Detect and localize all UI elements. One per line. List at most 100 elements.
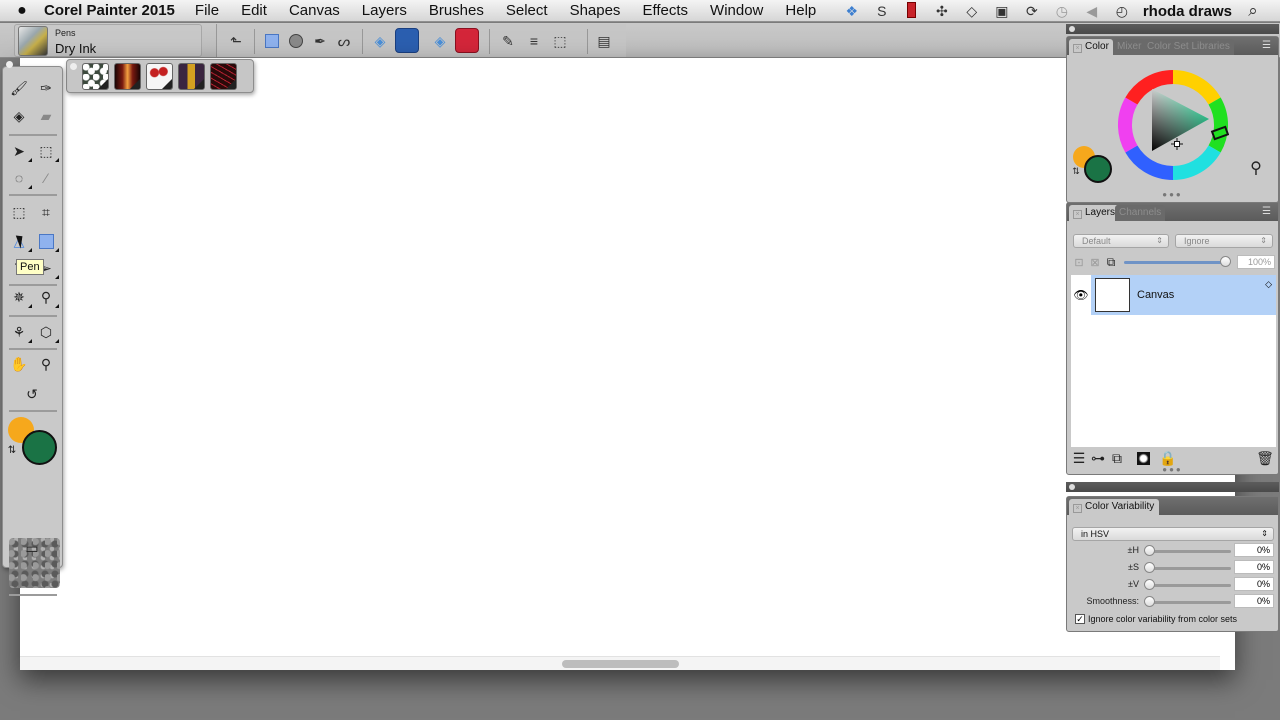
fill-color-swatch[interactable] xyxy=(455,28,479,53)
panel-grip[interactable] xyxy=(70,63,77,70)
pick-up-color-icon[interactable]: ⊠ xyxy=(1087,254,1103,270)
grabber-tool-icon[interactable]: ✋ xyxy=(8,353,30,375)
menu-select[interactable]: Select xyxy=(506,2,548,19)
dynamic-plugins-icon[interactable]: ⊶ xyxy=(1089,449,1107,467)
brush-tool-icon[interactable]: 🖌 xyxy=(8,77,30,99)
tab-color-set-libraries[interactable]: Color Set Libraries xyxy=(1143,39,1234,55)
tab-mixer[interactable]: Mixer xyxy=(1113,39,1146,55)
bluetooth-icon[interactable]: ✣ xyxy=(933,3,951,20)
panel-menu-icon[interactable]: ☰ xyxy=(1262,40,1274,51)
stroke-color-swatch[interactable] xyxy=(395,28,419,53)
apple-menu-icon[interactable]: ● xyxy=(0,2,44,20)
skype-icon[interactable]: S xyxy=(873,3,891,19)
smoothness-slider-track[interactable] xyxy=(1149,601,1231,604)
smoothness-value-field[interactable]: 0% xyxy=(1234,594,1274,608)
cloner-tool-icon[interactable]: ✵ xyxy=(8,286,32,308)
brush-library-plaid-pattern[interactable] xyxy=(178,63,205,90)
saturation-slider-track[interactable] xyxy=(1149,567,1231,570)
layer-row[interactable]: 👁 Canvas ◇ xyxy=(1071,275,1276,315)
brush-library-floral-pattern[interactable] xyxy=(82,63,109,90)
rectangle-tool-icon[interactable] xyxy=(35,230,59,252)
menu-window[interactable]: Window xyxy=(710,2,763,19)
perspective-tool-icon[interactable]: ⬡ xyxy=(35,321,59,343)
rubber-stamp-tool-icon[interactable]: ⚲ xyxy=(35,286,59,308)
spotlight-search-icon[interactable]: ⌕ xyxy=(1244,1,1262,21)
layer-visibility-eye-icon[interactable]: 👁 xyxy=(1071,275,1091,315)
freehand-shape-icon[interactable]: ᔕ xyxy=(335,32,353,50)
dropbox-icon[interactable]: ❖ xyxy=(843,3,861,20)
panel-resize-grip[interactable]: ●●● xyxy=(1162,190,1183,199)
brush-library-red-lines[interactable] xyxy=(210,63,237,90)
swap-colors-icon[interactable]: ⇅ xyxy=(1070,165,1082,177)
ellipse-shape-icon[interactable] xyxy=(287,32,305,50)
rectangular-selection-tool-icon[interactable]: ⬚ xyxy=(35,140,59,162)
volume-icon[interactable]: ◀ xyxy=(1083,3,1101,20)
recording-icon[interactable] xyxy=(903,1,921,21)
tab-channels[interactable]: Channels xyxy=(1115,205,1166,221)
value-value-field[interactable]: 0% xyxy=(1234,577,1274,591)
saturation-value-field[interactable]: 0% xyxy=(1234,560,1274,574)
layer-preserve-icon[interactable]: ⧉ xyxy=(1103,254,1119,270)
scrollbar-thumb[interactable] xyxy=(562,660,679,668)
clock-icon[interactable]: ◴ xyxy=(1113,3,1131,20)
color-wheel[interactable] xyxy=(1117,69,1229,181)
clone-color-icon[interactable]: ⚲ xyxy=(1243,155,1269,181)
display-icon[interactable]: ▣ xyxy=(993,3,1011,20)
swap-colors-icon[interactable]: ⇅ xyxy=(5,443,19,457)
sync-icon[interactable]: ⟳ xyxy=(1023,3,1041,20)
dropper-tool-icon[interactable]: ✑ xyxy=(35,77,57,99)
menu-shapes[interactable]: Shapes xyxy=(570,2,621,19)
new-layer-icon[interactable]: ⧉ xyxy=(1108,449,1126,467)
brush-library-red-flowers[interactable] xyxy=(146,63,173,90)
lasso-tool-icon[interactable]: ◌ xyxy=(8,167,32,189)
tab-layers[interactable]: × Layers xyxy=(1069,205,1120,221)
panel-toggle-icon[interactable]: ▤ xyxy=(595,32,613,50)
main-color-swatch[interactable] xyxy=(22,430,57,465)
app-menu[interactable]: Corel Painter 2015 xyxy=(44,2,175,19)
hue-slider-knob[interactable] xyxy=(1144,545,1155,556)
panel-resize-grip[interactable]: ●●● xyxy=(1162,465,1183,474)
panel-menu-icon[interactable]: ☰ xyxy=(1262,206,1274,217)
magnifier-tool-icon[interactable]: ⚲ xyxy=(35,353,57,375)
value-slider-knob[interactable] xyxy=(1144,579,1155,590)
brush-selector[interactable]: Pens Dry Ink xyxy=(14,24,202,57)
user-name[interactable]: rhoda draws xyxy=(1143,3,1232,20)
tab-color-variability[interactable]: × Color Variability xyxy=(1069,499,1159,515)
panel-dock-bar[interactable] xyxy=(1066,24,1279,34)
value-slider-track[interactable] xyxy=(1149,584,1231,587)
opacity-slider-knob[interactable] xyxy=(1220,256,1231,267)
lock-transparency-icon[interactable]: ⊡ xyxy=(1071,254,1087,270)
hue-value-field[interactable]: 0% xyxy=(1234,543,1274,557)
brush-library-orange-gradient[interactable] xyxy=(114,63,141,90)
transform-tool-icon[interactable]: ⬚ xyxy=(8,201,30,223)
menu-effects[interactable]: Effects xyxy=(642,2,688,19)
selection-convert-icon[interactable]: ⬚ xyxy=(551,32,569,50)
eraser-tool-icon[interactable]: ▰ xyxy=(35,105,57,127)
screen-mode-button[interactable]: ▭ xyxy=(21,537,43,559)
menu-canvas[interactable]: Canvas xyxy=(289,2,340,19)
wifi-icon[interactable]: ◇ xyxy=(963,3,981,20)
dodge-tool-icon[interactable]: ⚘ xyxy=(8,321,32,343)
opacity-field[interactable]: 100% xyxy=(1237,255,1275,269)
tab-color[interactable]: × Color xyxy=(1069,39,1113,55)
menu-brushes[interactable]: Brushes xyxy=(429,2,484,19)
composite-method-select[interactable]: Default ⇕ xyxy=(1073,234,1169,248)
menu-edit[interactable]: Edit xyxy=(241,2,267,19)
smoothness-slider-knob[interactable] xyxy=(1144,596,1155,607)
layer-adjuster-tool-icon[interactable]: ➤ xyxy=(8,140,32,162)
fill-paint-icon[interactable]: ◈ xyxy=(431,32,449,50)
rectangle-shape-icon[interactable] xyxy=(263,32,281,50)
layer-commands-icon[interactable]: ☰ xyxy=(1070,449,1088,467)
color-panel-main-swatch[interactable] xyxy=(1084,155,1112,183)
stroke-paint-icon[interactable]: ◈ xyxy=(371,32,389,50)
layer-convert-icon[interactable]: ≡ xyxy=(525,32,543,50)
saturation-slider-knob[interactable] xyxy=(1144,562,1155,573)
menu-layers[interactable]: Layers xyxy=(362,2,407,19)
ignore-color-sets-checkbox[interactable]: ✓ xyxy=(1075,614,1085,624)
pen-shape-icon[interactable]: ✒ xyxy=(311,32,329,50)
menu-file[interactable]: File xyxy=(195,2,219,19)
time-machine-icon[interactable]: ◷ xyxy=(1053,3,1071,20)
layer-mask-icon[interactable] xyxy=(1134,449,1152,467)
panel-dock-bar[interactable] xyxy=(1066,482,1279,492)
toolbox-grip[interactable] xyxy=(6,61,13,68)
